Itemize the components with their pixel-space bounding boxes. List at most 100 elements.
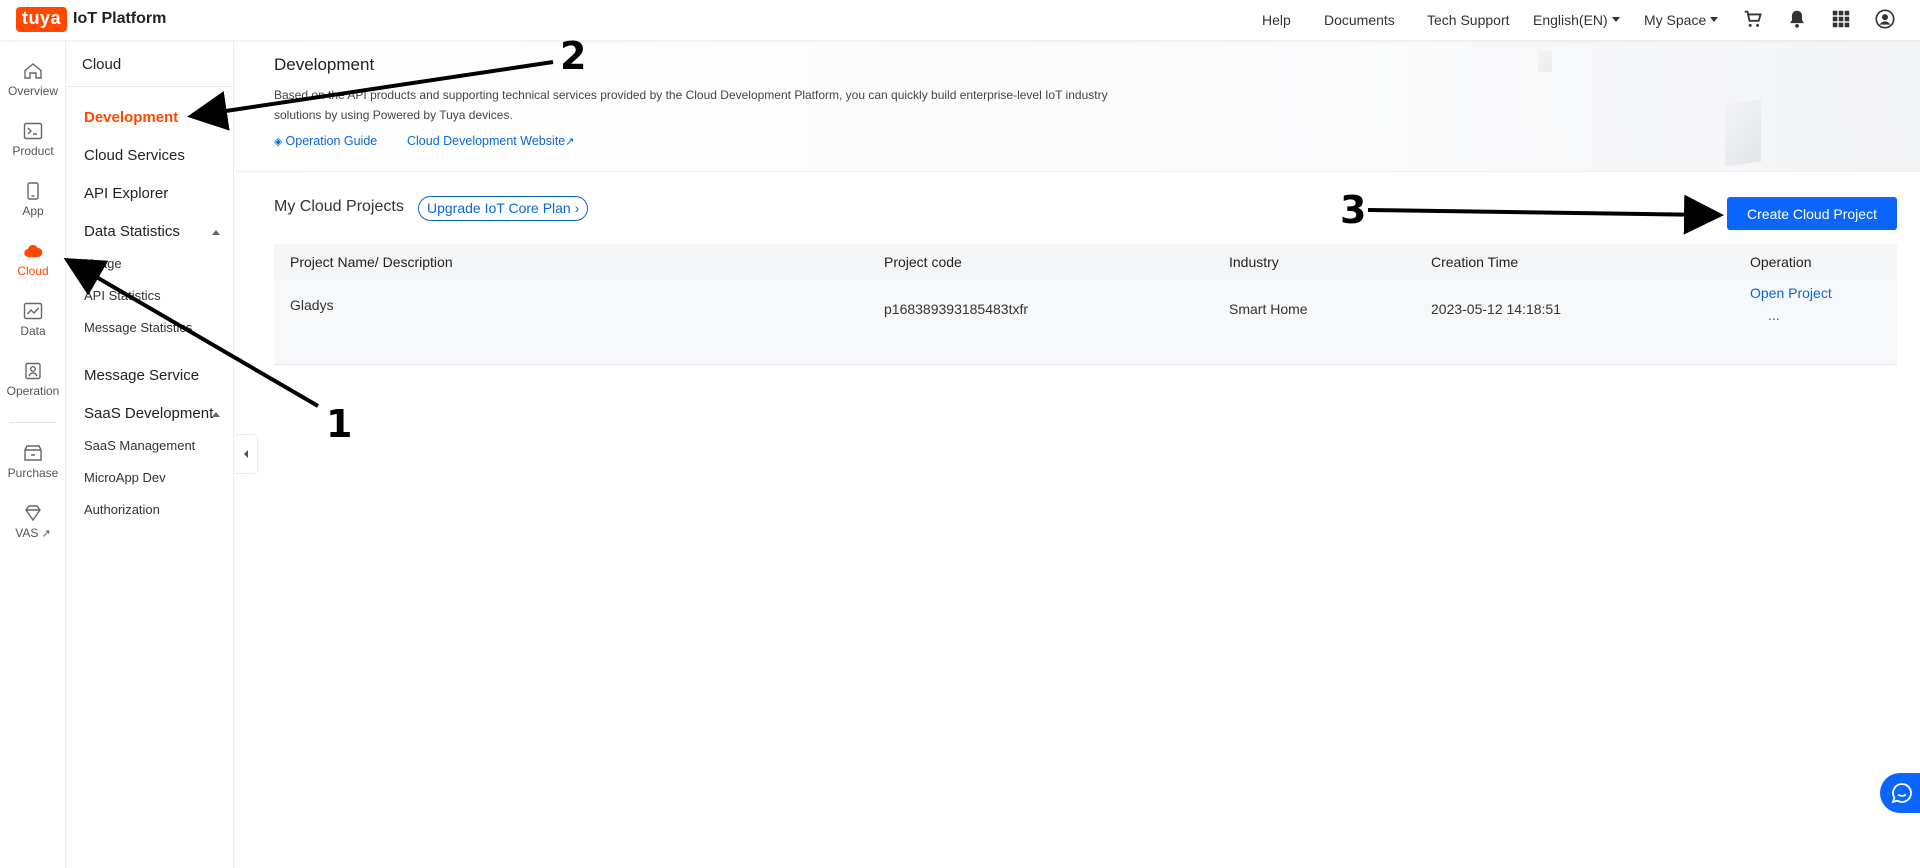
operation-icon (25, 362, 41, 380)
rail-label-data: Data (20, 324, 46, 338)
primary-nav-rail: Overview Product App Cloud Data Operatio… (0, 40, 66, 868)
sidebar-item-message-statistics[interactable]: Message Statistics (84, 320, 192, 335)
sidebar-collapse-button[interactable] (234, 434, 258, 474)
chevron-down-icon (1710, 17, 1719, 22)
chat-icon (1891, 783, 1912, 804)
page-title: Development (274, 55, 375, 74)
user-avatar-icon[interactable] (1874, 8, 1898, 32)
cloud-dev-website-link[interactable]: Cloud Development Website↗ (407, 134, 574, 148)
apps-grid-icon[interactable] (1830, 8, 1854, 32)
shop-icon (24, 445, 42, 461)
cart-icon[interactable] (1742, 8, 1766, 32)
rail-item-app[interactable]: App (0, 182, 66, 218)
cloud-icon (24, 244, 43, 258)
upgrade-plan-label: Upgrade IoT Core Plan (427, 200, 571, 216)
table-header: Project Name/ Description Project code I… (274, 244, 1897, 280)
open-project-link[interactable]: Open Project (1750, 285, 1832, 301)
phone-icon (27, 182, 39, 200)
sidebar-item-message-service[interactable]: Message Service (84, 367, 199, 384)
operation-guide-label: Operation Guide (285, 134, 378, 148)
rail-item-operation[interactable]: Operation (0, 362, 66, 398)
create-cloud-project-button[interactable]: Create Cloud Project (1727, 197, 1897, 230)
column-header: Project Name/ Description (290, 254, 453, 270)
external-link-icon: ↗ (565, 136, 575, 148)
sidebar-group-label: Data Statistics (84, 223, 180, 240)
chart-icon (23, 302, 43, 320)
more-actions-button[interactable]: ... (1768, 307, 1780, 323)
rail-label-overview: Overview (7, 84, 58, 98)
column-header: Operation (1750, 254, 1812, 270)
sidebar-group-label: SaaS Development (84, 405, 214, 422)
sidebar-item-microapp-dev[interactable]: MicroApp Dev (84, 470, 166, 485)
rail-label-purchase: Purchase (7, 466, 59, 480)
annotation-number: 2 (560, 34, 587, 78)
rail-item-data[interactable]: Data (0, 302, 66, 338)
support-chat-button[interactable] (1880, 773, 1920, 813)
terminal-icon (23, 122, 43, 140)
rail-label-vas: VAS (15, 526, 39, 540)
rail-item-cloud[interactable]: Cloud (0, 242, 66, 278)
chevron-up-icon (212, 230, 220, 235)
rail-label-product: Product (12, 144, 54, 158)
sidebar-item-development[interactable]: Development (84, 109, 178, 126)
project-industry: Smart Home (1229, 301, 1308, 317)
sidebar-group-saas-development[interactable]: SaaS Development (84, 405, 220, 422)
tech-support-link[interactable]: Tech Support (1427, 12, 1510, 28)
external-link-icon: ↗ (38, 528, 51, 540)
sidebar-group-data-statistics[interactable]: Data Statistics (84, 223, 220, 240)
sidebar-title: Cloud (82, 56, 122, 73)
website-link-label: Cloud Development Website (407, 134, 566, 148)
sidebar-item-api-statistics[interactable]: API Statistics (84, 288, 161, 303)
rail-item-product[interactable]: Product (0, 122, 66, 158)
diamond-icon (25, 505, 41, 522)
rail-label-operation: Operation (6, 384, 60, 398)
column-header: Creation Time (1431, 254, 1519, 270)
top-bar: tuya IoT Platform Help Documents Tech Su… (0, 0, 1920, 40)
annotation-number: 1 (326, 402, 353, 446)
annotation-arrow-3 (1367, 194, 1724, 235)
table-row: Gladys p168389393185483txfr Smart Home 2… (274, 280, 1897, 365)
column-header: Industry (1229, 254, 1279, 270)
space-label: My Space (1644, 12, 1707, 28)
app-root: tuya IoT Platform Help Documents Tech Su… (0, 0, 1920, 868)
chevron-down-icon (1611, 17, 1620, 22)
project-name: Gladys (290, 297, 334, 313)
chevron-up-icon (212, 412, 220, 417)
rail-item-vas[interactable]: VAS ↗ (0, 504, 66, 540)
logo-text: IoT Platform (73, 10, 167, 27)
logo-badge: tuya (16, 6, 68, 32)
space-select[interactable]: My Space (1644, 12, 1719, 28)
chevron-right-icon: › (574, 200, 580, 216)
rail-label-cloud: Cloud (17, 264, 49, 278)
upgrade-plan-button[interactable]: Upgrade IoT Core Plan › (418, 196, 589, 221)
cloud-sidebar: Cloud Development Cloud Services API Exp… (66, 40, 234, 868)
project-code: p168389393185483txfr (884, 301, 1029, 317)
rail-item-overview[interactable]: Overview (0, 62, 66, 98)
rail-label-app: App (22, 204, 44, 218)
page-description: Based on the API products and supporting… (274, 88, 1108, 122)
rail-item-purchase[interactable]: Purchase (0, 444, 66, 480)
help-link[interactable]: Help (1262, 12, 1291, 28)
sidebar-item-saas-management[interactable]: SaaS Management (84, 438, 195, 453)
book-icon: ◈ (274, 136, 286, 148)
annotation-number: 3 (1340, 188, 1367, 232)
page-header-banner: Development Based on the API products an… (235, 40, 1920, 172)
projects-title: My Cloud Projects (274, 198, 404, 215)
operation-guide-link[interactable]: ◈ Operation Guide (274, 134, 377, 148)
project-creation-time: 2023-05-12 14:18:51 (1431, 301, 1561, 317)
bell-icon[interactable] (1786, 8, 1810, 32)
logo[interactable]: tuya IoT Platform (16, 6, 166, 32)
language-label: English(EN) (1533, 12, 1608, 28)
language-select[interactable]: English(EN) (1533, 12, 1620, 28)
projects-table: Project Name/ Description Project code I… (274, 244, 1897, 365)
documents-link[interactable]: Documents (1324, 12, 1395, 28)
sidebar-item-usage[interactable]: Usage (84, 256, 122, 271)
column-header: Project code (884, 254, 962, 270)
sidebar-item-cloud-services[interactable]: Cloud Services (84, 147, 185, 164)
home-icon (24, 63, 42, 79)
sidebar-item-api-explorer[interactable]: API Explorer (84, 185, 168, 202)
sidebar-divider (66, 86, 233, 87)
sidebar-item-authorization[interactable]: Authorization (84, 502, 160, 517)
rail-divider (10, 422, 56, 423)
decor-cube (1538, 50, 1552, 72)
